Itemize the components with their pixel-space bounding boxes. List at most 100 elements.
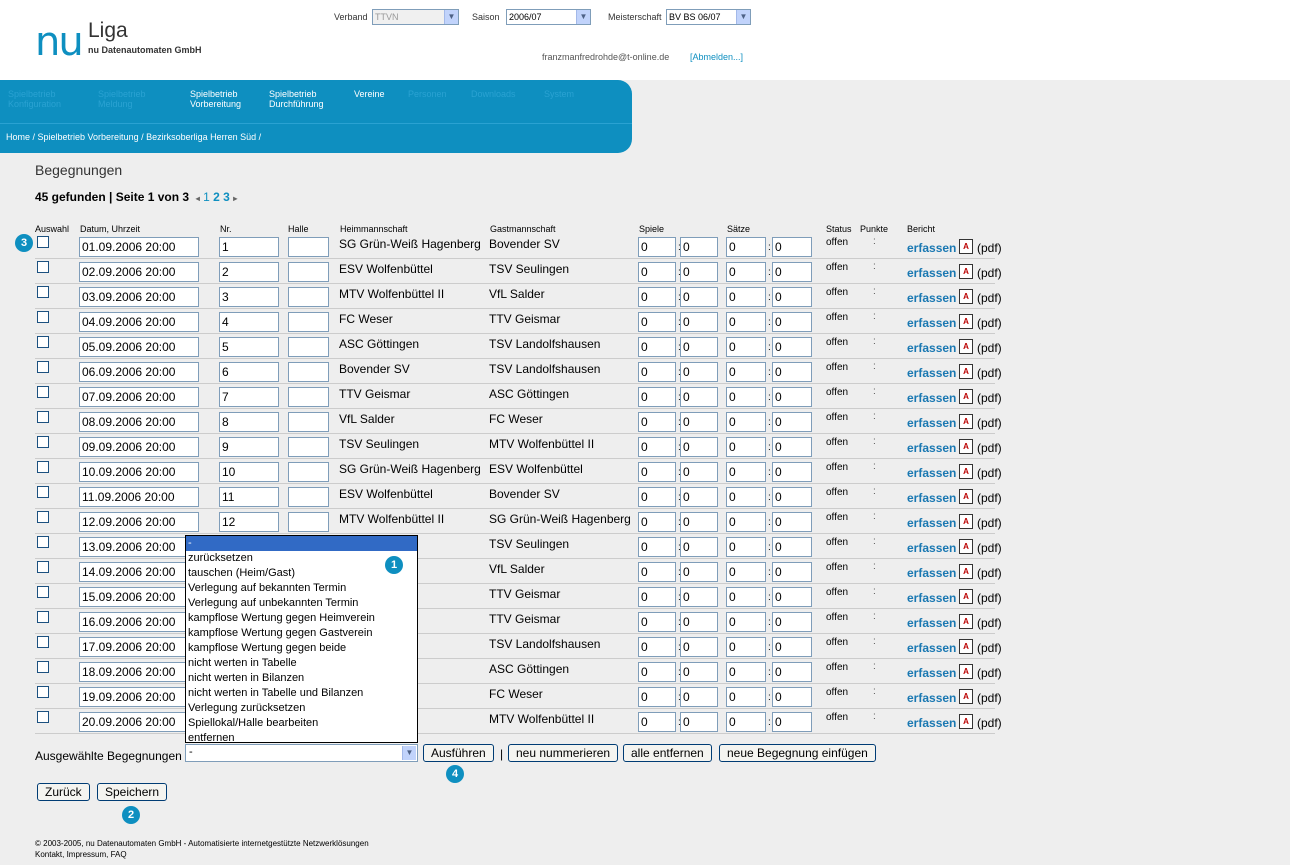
sets-home-input[interactable]: 0 bbox=[726, 512, 766, 532]
nav-item-meldung[interactable]: Spielbetrieb Meldung bbox=[98, 89, 146, 109]
sets-guest-input[interactable]: 0 bbox=[772, 712, 812, 732]
sets-home-input[interactable]: 0 bbox=[726, 387, 766, 407]
sets-home-input[interactable]: 0 bbox=[726, 687, 766, 707]
games-home-input[interactable]: 0 bbox=[638, 462, 676, 482]
nav-item-vorbereitung[interactable]: Spielbetrieb Vorbereitung bbox=[190, 89, 241, 109]
pdf-icon[interactable]: A bbox=[959, 339, 973, 354]
sets-guest-input[interactable]: 0 bbox=[772, 487, 812, 507]
sets-home-input[interactable]: 0 bbox=[726, 562, 766, 582]
sets-guest-input[interactable]: 0 bbox=[772, 262, 812, 282]
row-select-checkbox[interactable] bbox=[37, 686, 49, 698]
meisterschaft-select[interactable]: BV BS 06/07 ▼ bbox=[666, 9, 751, 25]
nr-input[interactable]: 7 bbox=[219, 387, 279, 407]
sets-home-input[interactable]: 0 bbox=[726, 637, 766, 657]
dropdown-option[interactable]: kampflose Wertung gegen Heimverein bbox=[186, 611, 417, 626]
nav-item-durchfuehrung[interactable]: Spielbetrieb Durchführung bbox=[269, 89, 324, 109]
games-home-input[interactable]: 0 bbox=[638, 587, 676, 607]
dropdown-option[interactable]: - bbox=[186, 536, 417, 551]
sets-guest-input[interactable]: 0 bbox=[772, 637, 812, 657]
games-home-input[interactable]: 0 bbox=[638, 437, 676, 457]
nav-item-konfiguration[interactable]: Spielbetrieb Konfiguration bbox=[8, 89, 61, 109]
halle-input[interactable] bbox=[288, 262, 329, 282]
pdf-icon[interactable]: A bbox=[959, 714, 973, 729]
pdf-link[interactable]: (pdf) bbox=[977, 241, 1002, 255]
pdf-link[interactable]: (pdf) bbox=[977, 391, 1002, 405]
row-select-checkbox[interactable] bbox=[37, 361, 49, 373]
nav-item-vereine[interactable]: Vereine bbox=[354, 89, 385, 99]
games-guest-input[interactable]: 0 bbox=[680, 537, 718, 557]
sets-home-input[interactable]: 0 bbox=[726, 437, 766, 457]
games-home-input[interactable]: 0 bbox=[638, 562, 676, 582]
games-guest-input[interactable]: 0 bbox=[680, 562, 718, 582]
games-home-input[interactable]: 0 bbox=[638, 287, 676, 307]
report-link[interactable]: erfassen bbox=[907, 416, 956, 430]
pdf-icon[interactable]: A bbox=[959, 289, 973, 304]
row-select-checkbox[interactable] bbox=[37, 436, 49, 448]
pdf-icon[interactable]: A bbox=[959, 364, 973, 379]
pdf-icon[interactable]: A bbox=[959, 539, 973, 554]
pdf-link[interactable]: (pdf) bbox=[977, 666, 1002, 680]
halle-input[interactable] bbox=[288, 512, 329, 532]
date-input[interactable]: 07.09.2006 20:00 bbox=[79, 387, 199, 407]
sets-home-input[interactable]: 0 bbox=[726, 462, 766, 482]
games-guest-input[interactable]: 0 bbox=[680, 637, 718, 657]
nr-input[interactable]: 12 bbox=[219, 512, 279, 532]
dropdown-option[interactable]: kampflose Wertung gegen beide bbox=[186, 641, 417, 656]
nr-input[interactable]: 10 bbox=[219, 462, 279, 482]
pdf-icon[interactable]: A bbox=[959, 689, 973, 704]
row-select-checkbox[interactable] bbox=[37, 561, 49, 573]
nr-input[interactable]: 5 bbox=[219, 337, 279, 357]
date-input[interactable]: 15.09.2006 20:00 bbox=[79, 587, 199, 607]
report-link[interactable]: erfassen bbox=[907, 616, 956, 630]
date-input[interactable]: 06.09.2006 20:00 bbox=[79, 362, 199, 382]
logout-link[interactable]: [Abmelden...] bbox=[690, 52, 743, 62]
report-link[interactable]: erfassen bbox=[907, 491, 956, 505]
pdf-link[interactable]: (pdf) bbox=[977, 691, 1002, 705]
pdf-link[interactable]: (pdf) bbox=[977, 441, 1002, 455]
dropdown-option[interactable]: Verlegung zurücksetzen bbox=[186, 701, 417, 716]
sets-guest-input[interactable]: 0 bbox=[772, 662, 812, 682]
date-input[interactable]: 10.09.2006 20:00 bbox=[79, 462, 199, 482]
footer-links[interactable]: Kontakt, Impressum, FAQ bbox=[35, 849, 369, 860]
sets-home-input[interactable]: 0 bbox=[726, 612, 766, 632]
pdf-link[interactable]: (pdf) bbox=[977, 541, 1002, 555]
pdf-icon[interactable]: A bbox=[959, 439, 973, 454]
dropdown-option[interactable]: entfernen bbox=[186, 731, 417, 746]
execute-button[interactable]: Ausführen bbox=[423, 744, 494, 762]
report-link[interactable]: erfassen bbox=[907, 666, 956, 680]
pdf-link[interactable]: (pdf) bbox=[977, 616, 1002, 630]
sets-guest-input[interactable]: 0 bbox=[772, 437, 812, 457]
sets-home-input[interactable]: 0 bbox=[726, 337, 766, 357]
pdf-link[interactable]: (pdf) bbox=[977, 316, 1002, 330]
pdf-icon[interactable]: A bbox=[959, 264, 973, 279]
sets-guest-input[interactable]: 0 bbox=[772, 337, 812, 357]
pdf-icon[interactable]: A bbox=[959, 389, 973, 404]
pdf-icon[interactable]: A bbox=[959, 414, 973, 429]
sets-home-input[interactable]: 0 bbox=[726, 287, 766, 307]
pdf-link[interactable]: (pdf) bbox=[977, 591, 1002, 605]
date-input[interactable]: 01.09.2006 20:00 bbox=[79, 237, 199, 257]
pdf-icon[interactable]: A bbox=[959, 464, 973, 479]
dropdown-option[interactable]: Spiellokal/Halle bearbeiten bbox=[186, 716, 417, 731]
nr-input[interactable]: 9 bbox=[219, 437, 279, 457]
prev-page-icon[interactable]: ◂ bbox=[196, 194, 200, 203]
dropdown-option[interactable]: tauschen (Heim/Gast) bbox=[186, 566, 417, 581]
sets-home-input[interactable]: 0 bbox=[726, 262, 766, 282]
games-home-input[interactable]: 0 bbox=[638, 512, 676, 532]
games-guest-input[interactable]: 0 bbox=[680, 412, 718, 432]
nr-input[interactable]: 8 bbox=[219, 412, 279, 432]
sets-guest-input[interactable]: 0 bbox=[772, 237, 812, 257]
sets-guest-input[interactable]: 0 bbox=[772, 512, 812, 532]
sets-guest-input[interactable]: 0 bbox=[772, 412, 812, 432]
dropdown-option[interactable]: zurücksetzen bbox=[186, 551, 417, 566]
pdf-link[interactable]: (pdf) bbox=[977, 466, 1002, 480]
games-home-input[interactable]: 0 bbox=[638, 337, 676, 357]
action-dropdown-list[interactable]: - zurücksetzen tauschen (Heim/Gast) Verlegu… bbox=[185, 535, 418, 746]
sets-guest-input[interactable]: 0 bbox=[772, 362, 812, 382]
sets-home-input[interactable]: 0 bbox=[726, 662, 766, 682]
sets-home-input[interactable]: 0 bbox=[726, 587, 766, 607]
nr-input[interactable]: 4 bbox=[219, 312, 279, 332]
date-input[interactable]: 14.09.2006 20:00 bbox=[79, 562, 199, 582]
games-home-input[interactable]: 0 bbox=[638, 687, 676, 707]
report-link[interactable]: erfassen bbox=[907, 466, 956, 480]
